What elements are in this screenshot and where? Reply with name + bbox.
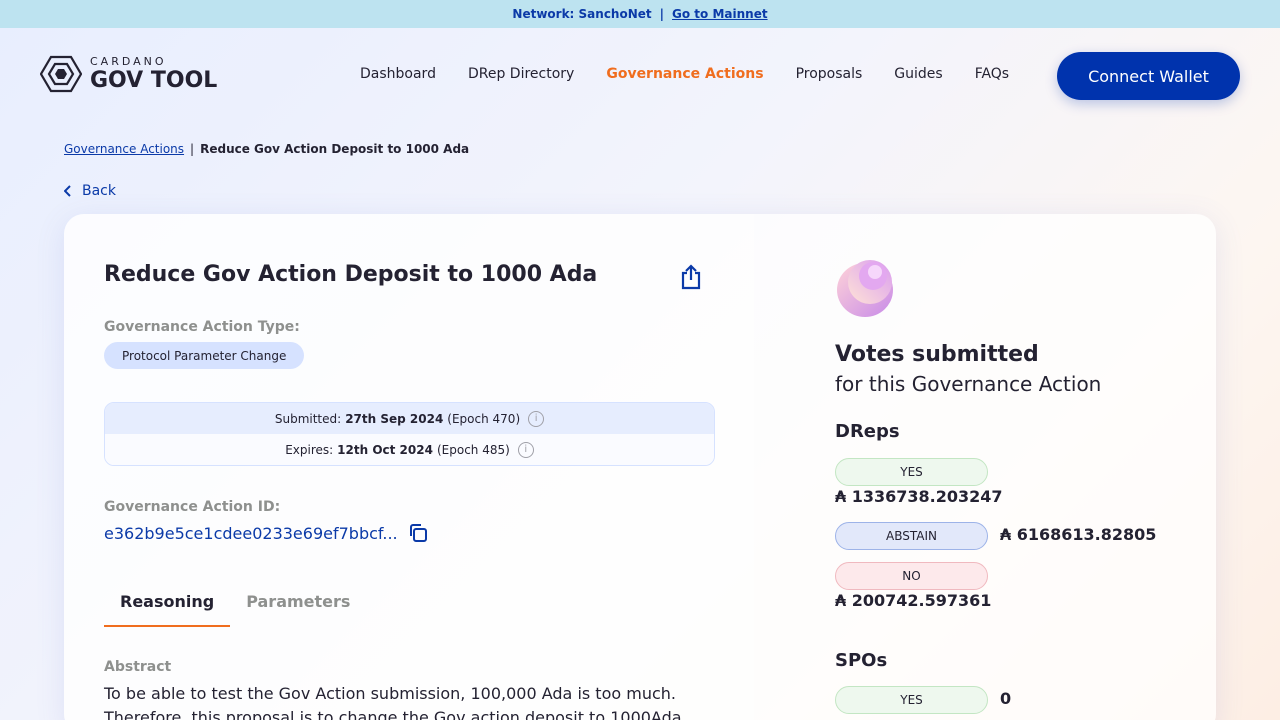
drep-yes-badge: YES: [835, 458, 988, 486]
back-button[interactable]: Back: [64, 183, 116, 199]
dates-box: Submitted: 27th Sep 2024 (Epoch 470) i E…: [104, 402, 715, 466]
nav-drep-directory[interactable]: DRep Directory: [468, 66, 574, 82]
connect-wallet-button[interactable]: Connect Wallet: [1057, 52, 1240, 100]
governance-action-card: Reduce Gov Action Deposit to 1000 Ada Go…: [64, 214, 1216, 720]
header: CARDANO GOV TOOL Dashboard DRep Director…: [0, 28, 1280, 124]
breadcrumb-governance-actions[interactable]: Governance Actions: [64, 142, 184, 156]
votes-subtitle: for this Governance Action: [835, 372, 1102, 396]
go-to-mainnet-link[interactable]: Go to Mainnet: [672, 7, 768, 21]
nav-proposals[interactable]: Proposals: [796, 66, 863, 82]
action-details-panel: Reduce Gov Action Deposit to 1000 Ada Go…: [64, 214, 754, 720]
submitted-row: Submitted: 27th Sep 2024 (Epoch 470) i: [105, 403, 714, 434]
abstract-label: Abstract: [104, 659, 172, 675]
tab-reasoning[interactable]: Reasoning: [104, 586, 231, 627]
nav-dashboard[interactable]: Dashboard: [360, 66, 436, 82]
nav-faqs[interactable]: FAQs: [975, 66, 1009, 82]
logo[interactable]: CARDANO GOV TOOL: [40, 55, 217, 93]
expires-date: 12th Oct 2024: [337, 442, 433, 457]
network-label: Network: SanchoNet: [512, 7, 652, 21]
network-banner: Network: SanchoNet | Go to Mainnet: [0, 0, 1280, 28]
action-type-badge: Protocol Parameter Change: [104, 342, 305, 369]
submitted-prefix: Submitted:: [274, 411, 342, 426]
action-id: e362b9e5ce1cdee0233e69ef7bbcf...: [104, 523, 428, 543]
dreps-label: DReps: [835, 421, 900, 442]
drep-no-badge: NO: [835, 562, 988, 590]
drep-abstain-badge: ABSTAIN: [835, 522, 988, 550]
action-title: Reduce Gov Action Deposit to 1000 Ada: [104, 262, 598, 287]
submitted-date: 27th Sep 2024: [345, 411, 444, 426]
submitted-epoch: (Epoch 470): [447, 411, 521, 426]
info-icon[interactable]: i: [517, 441, 534, 458]
breadcrumb-current: Reduce Gov Action Deposit to 1000 Ada: [200, 142, 470, 156]
spos-label: SPOs: [835, 650, 888, 671]
main-nav: Dashboard DRep Directory Governance Acti…: [360, 66, 1041, 82]
tab-parameters[interactable]: Parameters: [230, 586, 366, 627]
chevron-left-icon: [64, 185, 71, 197]
action-id-value[interactable]: e362b9e5ce1cdee0233e69ef7bbcf...: [104, 524, 398, 543]
breadcrumb-separator: |: [190, 142, 195, 156]
nav-governance-actions[interactable]: Governance Actions: [606, 66, 763, 82]
action-id-label: Governance Action ID:: [104, 499, 281, 515]
info-icon[interactable]: i: [528, 410, 545, 427]
expires-epoch: (Epoch 485): [436, 442, 510, 457]
back-label: Back: [82, 183, 116, 199]
expires-prefix: Expires:: [285, 442, 334, 457]
drep-abstain-amount: ₳ 6168613.82805: [1000, 525, 1157, 544]
detail-tabs: Reasoning Parameters: [104, 586, 366, 627]
copy-icon[interactable]: [408, 523, 428, 543]
drep-no-amount: ₳ 200742.597361: [835, 591, 992, 610]
expires-row: Expires: 12th Oct 2024 (Epoch 485) i: [105, 434, 714, 465]
logo-small-text: CARDANO: [90, 55, 167, 68]
nav-guides[interactable]: Guides: [894, 66, 942, 82]
votes-illustration-icon: [837, 260, 893, 317]
abstract-text: To be able to test the Gov Action submis…: [104, 684, 687, 720]
logo-big-text: GOV TOOL: [90, 68, 218, 93]
banner-divider: |: [659, 7, 665, 21]
votes-title: Votes submitted: [835, 342, 1039, 367]
cardano-logo-icon: [40, 55, 82, 93]
share-icon[interactable]: [679, 264, 703, 290]
drep-yes-amount: ₳ 1336738.203247: [835, 487, 1003, 506]
spo-yes-badge: YES: [835, 686, 988, 714]
action-type-label: Governance Action Type:: [104, 319, 300, 335]
spo-yes-amount: 0: [1000, 689, 1012, 708]
breadcrumb: Governance Actions | Reduce Gov Action D…: [64, 142, 469, 156]
